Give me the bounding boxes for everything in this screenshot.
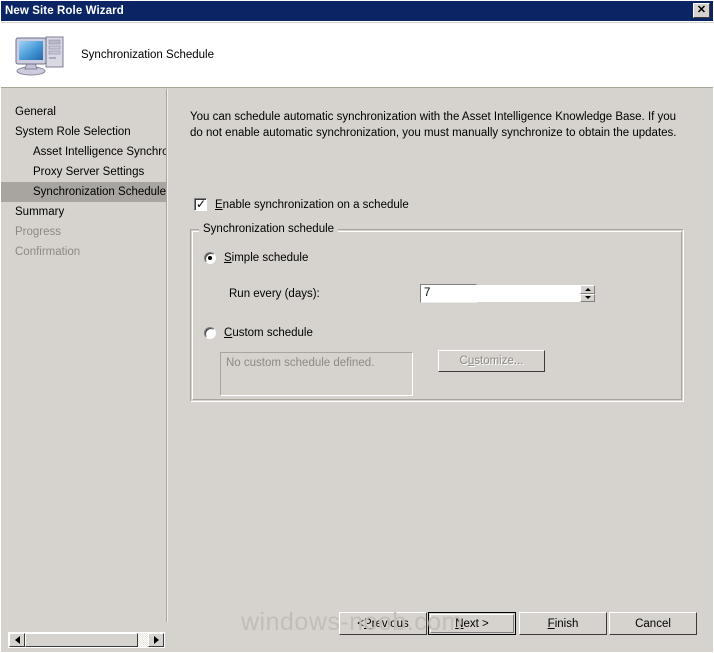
content-pane: You can schedule automatic synchronizati… (168, 89, 713, 622)
cancel-button[interactable]: Cancel (609, 612, 697, 635)
previous-button[interactable]: < Previous (339, 612, 427, 635)
run-every-days-spinner[interactable] (420, 284, 595, 303)
chevron-up-icon (584, 287, 591, 291)
sidebar-item-synchronization-schedule[interactable]: Synchronization Schedule (1, 182, 166, 202)
custom-schedule-textbox: No custom schedule defined. (220, 352, 413, 396)
title-bar: New Site Role Wizard ✕ (0, 0, 714, 22)
accel-char: E (215, 198, 223, 211)
sidebar-item-summary[interactable]: Summary (1, 202, 166, 222)
sidebar-item-confirmation: Confirmation (1, 242, 166, 262)
label-rest: stomize... (474, 355, 524, 367)
simple-schedule-radio[interactable]: Simple schedule (204, 252, 308, 264)
scrollbar-track[interactable] (25, 633, 148, 647)
sidebar-item-label: Confirmation (15, 246, 81, 258)
custom-schedule-radio[interactable]: Custom schedule (204, 327, 313, 339)
simple-schedule-label: Simple schedule (224, 252, 308, 264)
scroll-right-button[interactable] (148, 633, 164, 647)
finish-button[interactable]: Finish (519, 612, 607, 635)
label-rest: revious (371, 617, 409, 630)
custom-schedule-value: No custom schedule defined. (226, 357, 375, 369)
label-pre: C (459, 355, 468, 367)
sidebar-item-label: General (15, 106, 56, 118)
close-button[interactable]: ✕ (693, 3, 710, 18)
customize-button: Cu stomize... (438, 350, 545, 372)
page-title: Synchronization Schedule (81, 49, 214, 61)
accel-char: F (547, 617, 555, 630)
description-text: You can schedule automatic synchronizati… (190, 111, 677, 139)
sidebar-item-general[interactable]: General (1, 102, 166, 122)
sidebar-item-label: Asset Intelligence Synchron (33, 146, 166, 158)
scroll-left-button[interactable] (9, 633, 25, 647)
sidebar-item-label: Summary (15, 206, 65, 218)
sidebar-item-label: System Role Selection (15, 126, 131, 138)
horizontal-scrollbar[interactable] (8, 632, 165, 648)
label-rest: Cancel (635, 617, 671, 630)
sidebar-item-label: Progress (15, 226, 62, 238)
radio-circle (204, 327, 216, 339)
chevron-down-icon (584, 296, 591, 300)
arrow-right-icon (153, 636, 159, 644)
accel-char: N (455, 617, 464, 630)
sidebar-item-label: Proxy Server Settings (33, 166, 145, 178)
label-rest: ustom schedule (232, 327, 313, 339)
enable-synchronization-checkbox[interactable]: ✓ Enable synchronization on a schedule (194, 198, 409, 211)
checkmark-icon: ✓ (196, 197, 207, 211)
accel-char: S (224, 252, 232, 264)
sidebar-item-label: Synchronization Schedule (33, 186, 166, 198)
next-button[interactable]: Next > (428, 612, 516, 635)
window-title: New Site Role Wizard (5, 4, 124, 17)
wizard-step-list: General System Role Selection Asset Inte… (1, 89, 166, 622)
computer-server-icon (13, 30, 69, 80)
sidebar-item-system-role-selection[interactable]: System Role Selection (1, 122, 166, 142)
label-rest: nable synchronization on a schedule (222, 198, 409, 211)
wizard-window: New Site Role Wizard ✕ Synchronization S… (0, 0, 714, 653)
label-rest: inish (554, 617, 579, 630)
label-pre: < (357, 617, 364, 630)
sidebar-item-progress: Progress (1, 222, 166, 242)
label-rest: ext > (463, 617, 489, 630)
sidebar-item-proxy-server-settings[interactable]: Proxy Server Settings (1, 162, 166, 182)
spinner-up-button[interactable] (580, 285, 595, 294)
sidebar-item-asset-intelligence-synchron[interactable]: Asset Intelligence Synchron (1, 142, 166, 162)
wizard-header: Synchronization Schedule (1, 23, 713, 88)
enable-synchronization-label: Enable synchronization on a schedule (215, 199, 409, 211)
radio-circle (204, 252, 216, 264)
custom-schedule-label: Custom schedule (224, 327, 313, 339)
run-every-days-input[interactable] (421, 285, 580, 302)
run-every-label: Run every (days): (229, 288, 320, 300)
scrollbar-thumb[interactable] (25, 633, 138, 647)
spinner-buttons (580, 285, 595, 302)
label-rest: imple schedule (231, 252, 309, 264)
accel-char: P (363, 617, 372, 630)
synchronization-schedule-groupbox: Synchronization schedule Simple schedule… (190, 223, 684, 402)
close-icon: ✕ (696, 4, 707, 16)
arrow-left-icon (14, 636, 20, 644)
checkbox-box: ✓ (194, 198, 207, 211)
spinner-down-button[interactable] (580, 293, 595, 302)
groupbox-legend: Synchronization schedule (199, 223, 339, 235)
